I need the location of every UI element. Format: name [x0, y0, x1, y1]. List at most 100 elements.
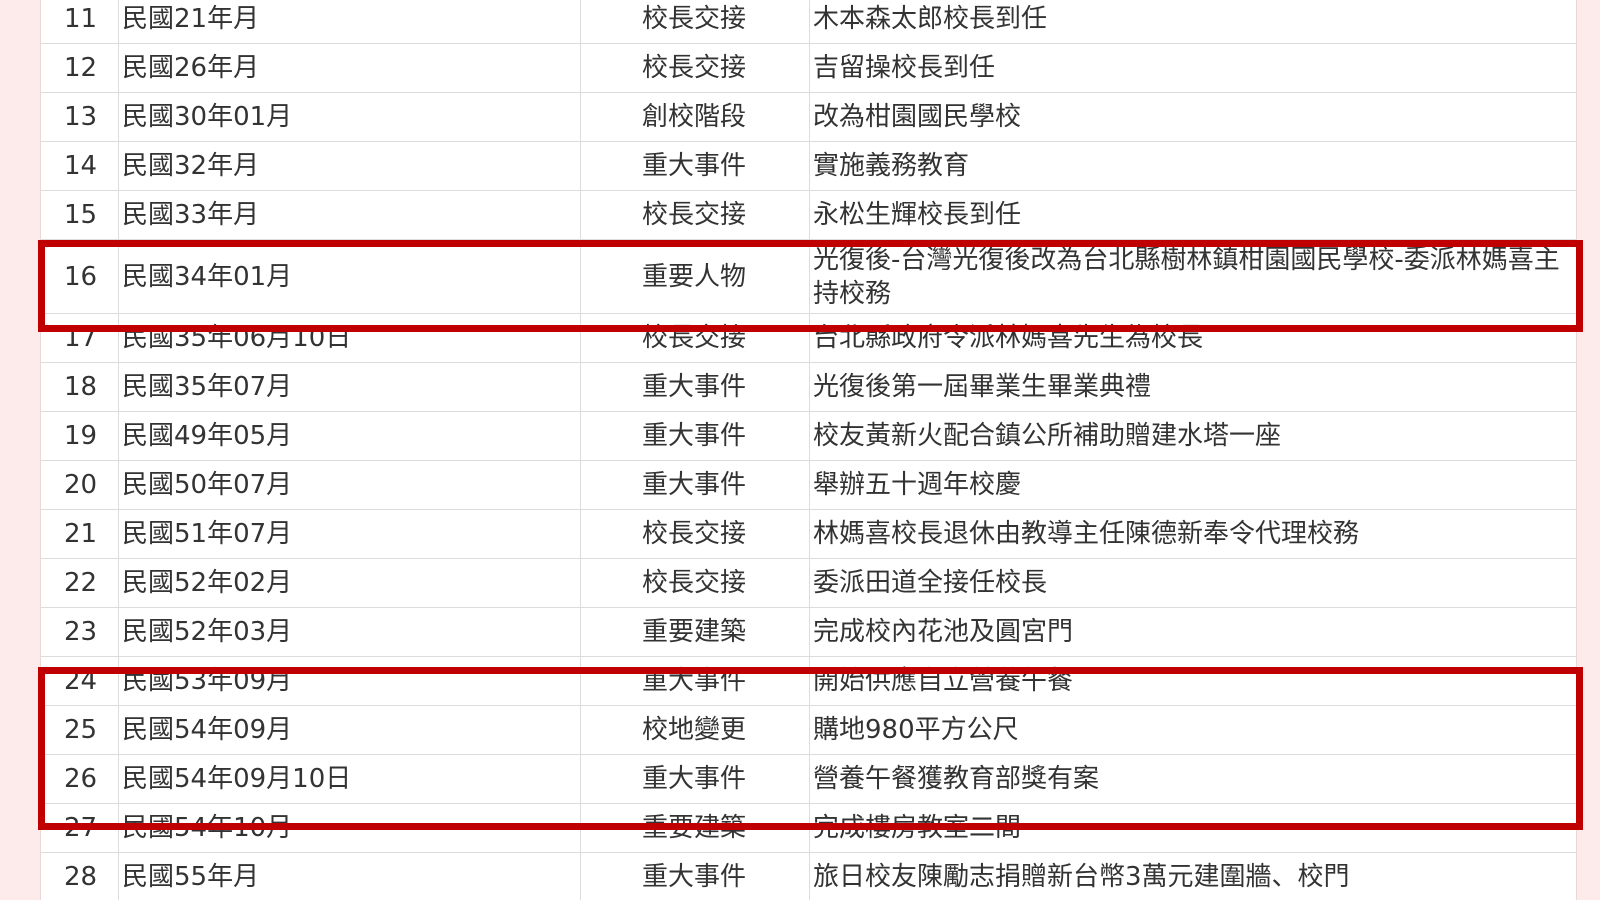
row-description: 永松生輝校長到任 — [810, 191, 1576, 239]
row-description: 林媽喜校長退休由教導主任陳德新奉令代理校務 — [810, 510, 1576, 558]
row-category: 重大事件 — [581, 755, 810, 803]
row-category: 創校階段 — [581, 93, 810, 141]
row-date: 民國54年10月 — [119, 804, 581, 852]
row-date: 民國32年月 — [119, 142, 581, 190]
row-number: 14 — [41, 142, 119, 190]
row-category: 重要建築 — [581, 804, 810, 852]
row-number: 12 — [41, 44, 119, 92]
row-number: 17 — [41, 314, 119, 362]
row-description: 吉留操校長到任 — [810, 44, 1576, 92]
row-description: 完成樓房教室二間 — [810, 804, 1576, 852]
row-description-text: 委派田道全接任校長 — [813, 568, 1048, 598]
row-description: 舉辦五十週年校慶 — [810, 461, 1576, 509]
row-number: 15 — [41, 191, 119, 239]
row-description: 實施義務教育 — [810, 142, 1576, 190]
row-description-text: 舉辦五十週年校慶 — [813, 470, 1022, 500]
table-row: 19 民國49年05月 重大事件 校友黃新火配合鎮公所補助贈建水塔一座 — [41, 412, 1576, 461]
row-description-text: 永松生輝校長到任 — [813, 200, 1022, 230]
row-category: 校地變更 — [581, 706, 810, 754]
row-description-text: 購地980平方公尺 — [813, 715, 1019, 745]
table-row: 26 民國54年09月10日 重大事件 營養午餐獲教育部獎有案 — [41, 755, 1576, 804]
row-description: 購地980平方公尺 — [810, 706, 1576, 754]
row-number: 24 — [41, 657, 119, 705]
row-date: 民國35年06月10日 — [119, 314, 581, 362]
row-description: 光復後第一屆畢業生畢業典禮 — [810, 363, 1576, 411]
row-number: 22 — [41, 559, 119, 607]
row-category: 重大事件 — [581, 461, 810, 509]
table-row: 21 民國51年07月 校長交接 林媽喜校長退休由教導主任陳德新奉令代理校務 — [41, 510, 1576, 559]
row-category: 重大事件 — [581, 657, 810, 705]
row-category: 重大事件 — [581, 363, 810, 411]
table-row: 17 民國35年06月10日 校長交接 台北縣政府令派林媽喜先生為校長 — [41, 314, 1576, 363]
row-description-text: 改為柑園國民學校 — [813, 102, 1022, 132]
row-number: 25 — [41, 706, 119, 754]
row-date: 民國52年03月 — [119, 608, 581, 656]
row-date: 民國35年07月 — [119, 363, 581, 411]
row-date: 民國55年月 — [119, 853, 581, 900]
row-description-text: 營養午餐獲教育部獎有案 — [813, 764, 1100, 794]
row-category: 校長交接 — [581, 559, 810, 607]
row-number: 23 — [41, 608, 119, 656]
history-table: 11 民國21年月 校長交接 木本森太郎校長到任 12 民國26年月 校長交接 … — [40, 0, 1577, 900]
row-date: 民國50年07月 — [119, 461, 581, 509]
row-date: 民國54年09月10日 — [119, 755, 581, 803]
row-date: 民國52年02月 — [119, 559, 581, 607]
row-number: 11 — [41, 0, 119, 43]
row-category: 重要人物 — [581, 240, 810, 313]
row-date: 民國33年月 — [119, 191, 581, 239]
table-row: 12 民國26年月 校長交接 吉留操校長到任 — [41, 44, 1576, 93]
row-category: 校長交接 — [581, 510, 810, 558]
table-row: 11 民國21年月 校長交接 木本森太郎校長到任 — [41, 0, 1576, 44]
table-row: 23 民國52年03月 重要建築 完成校內花池及圓宮門 — [41, 608, 1576, 657]
table-row: 25 民國54年09月 校地變更 購地980平方公尺 — [41, 706, 1576, 755]
row-number: 16 — [41, 240, 119, 313]
row-number: 26 — [41, 755, 119, 803]
table-body: 11 民國21年月 校長交接 木本森太郎校長到任 12 民國26年月 校長交接 … — [41, 0, 1576, 900]
row-description-text: 台北縣政府令派林媽喜先生為校長 — [813, 323, 1204, 353]
row-description-text: 完成校內花池及圓宮門 — [813, 617, 1074, 647]
row-category: 校長交接 — [581, 44, 810, 92]
row-number: 18 — [41, 363, 119, 411]
row-date: 民國53年09月 — [119, 657, 581, 705]
row-description: 校友黃新火配合鎮公所補助贈建水塔一座 — [810, 412, 1576, 460]
row-number: 13 — [41, 93, 119, 141]
table-row: 28 民國55年月 重大事件 旅日校友陳勵志捐贈新台幣3萬元建圍牆、校門 — [41, 853, 1576, 900]
table-row: 18 民國35年07月 重大事件 光復後第一屆畢業生畢業典禮 — [41, 363, 1576, 412]
row-number: 21 — [41, 510, 119, 558]
row-description: 營養午餐獲教育部獎有案 — [810, 755, 1576, 803]
row-description-text: 旅日校友陳勵志捐贈新台幣3萬元建圍牆、校門 — [813, 862, 1350, 892]
row-description: 開始供應自立營養午餐 — [810, 657, 1576, 705]
row-number: 20 — [41, 461, 119, 509]
row-category: 重大事件 — [581, 412, 810, 460]
row-date: 民國21年月 — [119, 0, 581, 43]
row-category: 校長交接 — [581, 314, 810, 362]
row-description: 旅日校友陳勵志捐贈新台幣3萬元建圍牆、校門 — [810, 853, 1576, 900]
row-number: 28 — [41, 853, 119, 900]
row-date: 民國34年01月 — [119, 240, 581, 313]
row-date: 民國54年09月 — [119, 706, 581, 754]
row-date: 民國49年05月 — [119, 412, 581, 460]
row-category: 校長交接 — [581, 191, 810, 239]
table-row: 27 民國54年10月 重要建築 完成樓房教室二間 — [41, 804, 1576, 853]
row-description: 委派田道全接任校長 — [810, 559, 1576, 607]
row-description-text: 光復後第一屆畢業生畢業典禮 — [813, 372, 1152, 402]
row-description-text: 校友黃新火配合鎮公所補助贈建水塔一座 — [813, 421, 1282, 451]
row-category: 重大事件 — [581, 142, 810, 190]
row-description: 完成校內花池及圓宮門 — [810, 608, 1576, 656]
row-description-text: 林媽喜校長退休由教導主任陳德新奉令代理校務 — [813, 519, 1360, 549]
table-row: 13 民國30年01月 創校階段 改為柑園國民學校 — [41, 93, 1576, 142]
row-date: 民國30年01月 — [119, 93, 581, 141]
table-row: 24 民國53年09月 重大事件 開始供應自立營養午餐 — [41, 657, 1576, 706]
row-description-text: 完成樓房教室二間 — [813, 813, 1022, 843]
table-row: 14 民國32年月 重大事件 實施義務教育 — [41, 142, 1576, 191]
table-row: 15 民國33年月 校長交接 永松生輝校長到任 — [41, 191, 1576, 240]
row-category: 校長交接 — [581, 0, 810, 43]
table-row: 16 民國34年01月 重要人物 光復後-台灣光復後改為台北縣樹林鎮柑園國民學校… — [41, 240, 1576, 314]
row-description-text: 木本森太郎校長到任 — [813, 4, 1048, 34]
table-row: 22 民國52年02月 校長交接 委派田道全接任校長 — [41, 559, 1576, 608]
row-category: 重大事件 — [581, 853, 810, 900]
row-description-text: 光復後-台灣光復後改為台北縣樹林鎮柑園國民學校-委派林媽喜主持校務 — [813, 244, 1560, 309]
row-category: 重要建築 — [581, 608, 810, 656]
row-description: 光復後-台灣光復後改為台北縣樹林鎮柑園國民學校-委派林媽喜主持校務 — [810, 240, 1576, 313]
row-date: 民國51年07月 — [119, 510, 581, 558]
